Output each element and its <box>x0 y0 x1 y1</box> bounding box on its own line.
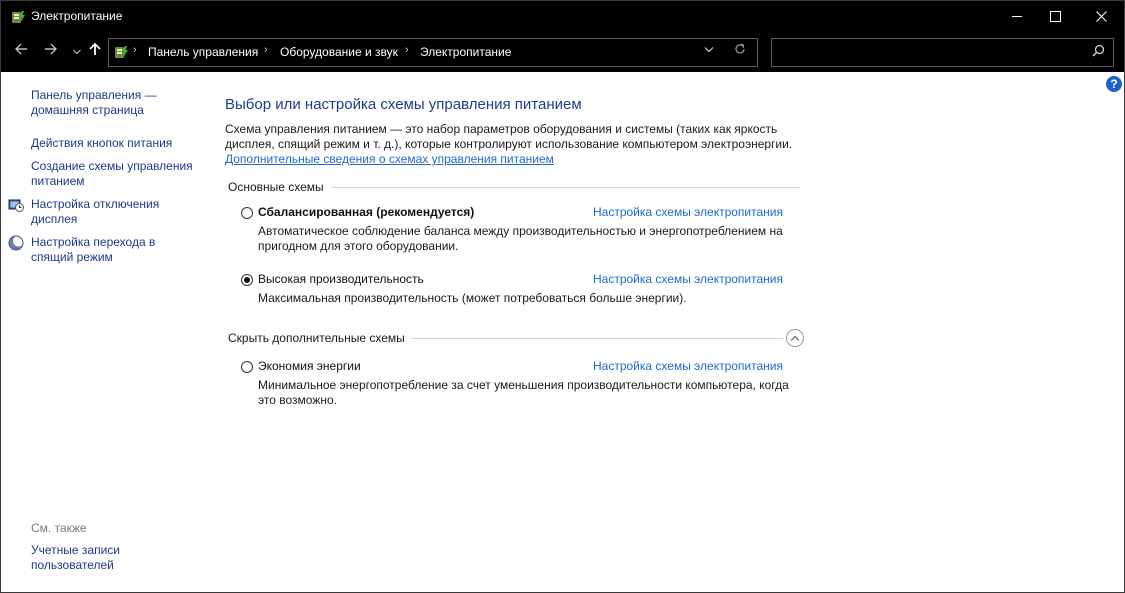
address-dropdown-button[interactable] <box>704 44 714 56</box>
power-options-icon <box>12 11 25 23</box>
left-task-pane: Панель управления — домашняя страница Де… <box>1 72 201 592</box>
sidebar-item-control-panel-home[interactable]: Панель управления — домашняя страница <box>31 88 196 118</box>
plan-balanced-settings-link[interactable]: Настройка схемы электропитания <box>593 205 783 219</box>
sidebar-item-sleep[interactable]: Настройка перехода в спящий режим <box>31 235 196 265</box>
power-options-window: Электропитание › Панель управления › Обо… <box>0 0 1125 593</box>
sleep-moon-icon <box>8 235 24 251</box>
breadcrumb-separator-icon: › <box>405 44 409 56</box>
navigation-bar: › Панель управления › Оборудование и зву… <box>1 32 1124 72</box>
divider <box>331 187 800 188</box>
display-timer-icon <box>8 199 24 212</box>
breadcrumb-hardware-and-sound[interactable]: Оборудование и звук <box>280 45 398 59</box>
breadcrumb-control-panel[interactable]: Панель управления <box>148 45 258 59</box>
close-button[interactable] <box>1078 1 1124 32</box>
plan-high-performance-name[interactable]: Высокая производительность <box>258 272 424 286</box>
plan-power-saver-name[interactable]: Экономия энергии <box>258 359 361 373</box>
divider <box>411 338 783 339</box>
search-icon <box>1092 44 1105 57</box>
group-heading-hide-additional[interactable]: Скрыть дополнительные схемы <box>228 331 405 345</box>
plan-power-saver-settings-link[interactable]: Настройка схемы электропитания <box>593 359 783 373</box>
help-button[interactable]: ? <box>1106 76 1122 92</box>
sidebar-item-display-off[interactable]: Настройка отключения дисплея <box>31 197 196 227</box>
breadcrumb-power-options[interactable]: Электропитание <box>420 45 511 59</box>
breadcrumb-separator-icon: › <box>264 44 268 56</box>
collapse-button[interactable] <box>786 329 804 347</box>
help-icon: ? <box>1110 77 1118 91</box>
plan-power-saver-radio[interactable] <box>241 361 253 373</box>
arrow-left-icon <box>15 43 27 55</box>
breadcrumb-separator-icon: › <box>133 44 137 56</box>
power-options-icon <box>115 46 128 58</box>
more-info-link[interactable]: Дополнительные сведения о схемах управле… <box>225 152 554 166</box>
window-title: Электропитание <box>31 9 123 23</box>
plan-power-saver-description: Минимальное энергопотребление за счет ум… <box>258 378 789 407</box>
chevron-down-icon <box>73 49 81 55</box>
search-box[interactable] <box>771 38 1114 67</box>
back-button[interactable] <box>11 42 31 62</box>
sidebar-item-power-button-actions[interactable]: Действия кнопок питания <box>31 136 196 151</box>
address-bar[interactable]: › Панель управления › Оборудование и зву… <box>108 38 758 67</box>
page-description: Схема управления питанием — это набор па… <box>225 122 793 151</box>
chevron-up-icon <box>790 335 800 341</box>
plan-high-performance-settings-link[interactable]: Настройка схемы электропитания <box>593 272 783 286</box>
plan-high-performance-description: Максимальная производительность (может п… <box>258 291 687 305</box>
search-input[interactable] <box>776 43 1080 63</box>
arrow-up-icon <box>89 42 101 55</box>
sidebar-item-create-power-plan[interactable]: Создание схемы управления питанием <box>31 159 196 189</box>
radio-selected-dot <box>244 277 250 283</box>
close-icon <box>1095 11 1107 22</box>
sidebar-item-user-accounts[interactable]: Учетные записи пользователей <box>31 543 196 573</box>
see-also-heading: См. также <box>31 521 87 535</box>
chevron-down-icon <box>704 47 714 53</box>
forward-button[interactable] <box>41 42 61 62</box>
maximize-button[interactable] <box>1032 1 1078 32</box>
plan-balanced-name[interactable]: Сбалансированная (рекомендуется) <box>258 205 474 219</box>
arrow-right-icon <box>45 43 57 55</box>
up-button[interactable] <box>85 42 105 62</box>
group-heading-basic-plans: Основные схемы <box>228 180 324 194</box>
page-title: Выбор или настройка схемы управления пит… <box>225 96 582 113</box>
recent-locations-button[interactable] <box>67 42 87 62</box>
refresh-icon <box>735 43 745 54</box>
refresh-button[interactable] <box>734 43 746 58</box>
title-bar: Электропитание <box>1 1 1124 32</box>
plan-high-performance-radio[interactable] <box>241 274 253 286</box>
plan-balanced-description: Автоматическое соблюдение баланса между … <box>258 224 783 253</box>
plan-balanced-radio[interactable] <box>241 207 253 219</box>
